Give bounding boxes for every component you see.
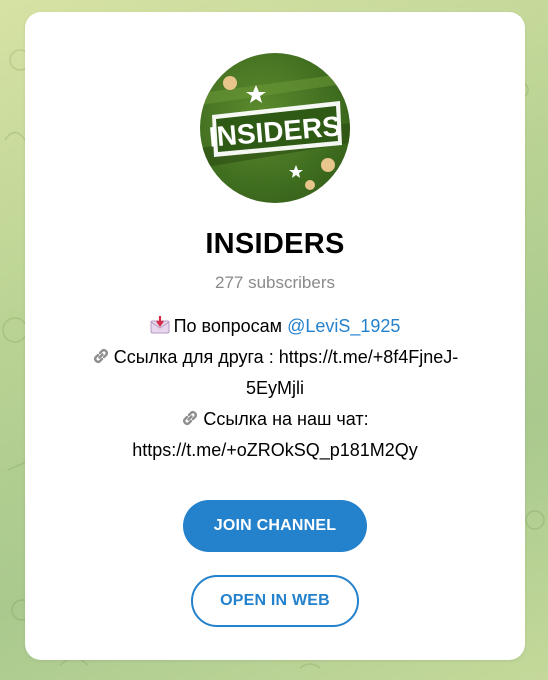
chat-link-label: Ссылка на наш чат: <box>203 409 369 429</box>
description-line-contact: По вопросам @LeviS_1925 <box>55 311 495 342</box>
description-line-friend-link: Ссылка для друга : https://t.me/+8f4Fjne… <box>55 342 495 373</box>
join-channel-button[interactable]: JOIN CHANNEL <box>183 500 367 552</box>
link-icon <box>93 349 108 363</box>
friend-link-continuation: 5EyMjli <box>245 378 304 398</box>
channel-avatar: INSIDERS <box>200 53 350 203</box>
description-line-chat-link: Ссылка на наш чат: <box>55 404 495 435</box>
channel-title: INSIDERS <box>205 228 345 260</box>
channel-card: INSIDERS INSIDERS 277 subscribers По воп… <box>25 12 525 660</box>
contact-username-link[interactable]: @LeviS_1925 <box>287 316 400 336</box>
open-in-web-button[interactable]: OPEN IN WEB <box>191 575 359 627</box>
description-contact-text: По вопросам <box>173 316 283 336</box>
subscriber-count: 277 subscribers <box>214 273 335 292</box>
link-icon <box>183 411 198 425</box>
friend-link-text: Ссылка для друга : https://t.me/+8f4Fjne… <box>113 347 459 367</box>
chat-link-url: https://t.me/+oZROkSQ_p181M2Qy <box>132 440 418 460</box>
envelope-download-icon <box>150 316 170 334</box>
channel-description: По вопросам @LeviS_1925 Ссылка для друга… <box>55 311 495 466</box>
